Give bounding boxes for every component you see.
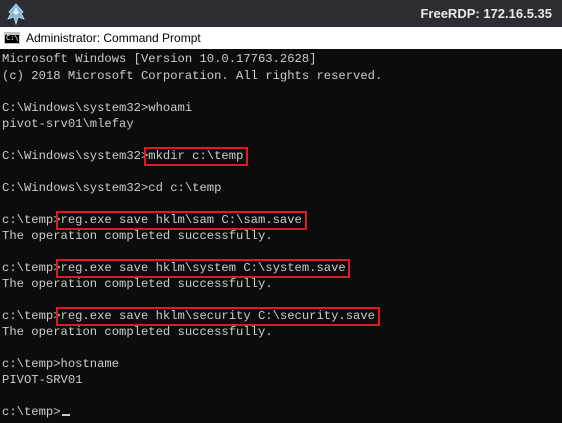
console-line: (c) 2018 Microsoft Corporation. All righ… — [2, 69, 383, 83]
console-line: c:\temp>hostname — [2, 357, 120, 371]
console-line: The operation completed successfully. — [2, 229, 273, 243]
freerdp-title: FreeRDP: 172.16.5.35 — [420, 6, 552, 21]
text-cursor — [61, 414, 70, 416]
console-line: The operation completed successfully. — [2, 277, 273, 291]
window-title: Administrator: Command Prompt — [26, 31, 201, 45]
console-line: PIVOT-SRV01 — [2, 373, 83, 387]
cmd-icon: C:\. — [4, 32, 23, 44]
console-line: c:\temp>reg.exe save hklm\sam C:\sam.sav… — [2, 213, 302, 227]
console-line: C:\Windows\system32>whoami — [2, 101, 193, 115]
prompt-line: c:\temp> — [2, 404, 70, 420]
command-prompt-titlebar[interactable]: C:\. Administrator: Command Prompt — [0, 27, 562, 49]
console-line: c:\temp>reg.exe save hklm\security C:\se… — [2, 309, 375, 323]
console-line: C:\Windows\system32>cd c:\temp — [2, 181, 222, 195]
console-line: C:\Windows\system32>mkdir c:\temp — [2, 149, 244, 163]
freerdp-titlebar: FreeRDP: 172.16.5.35 — [0, 0, 562, 27]
console-output[interactable]: Microsoft Windows [Version 10.0.17763.26… — [0, 49, 562, 423]
console-line: pivot-srv01\mlefay — [2, 117, 134, 131]
console-line: Microsoft Windows [Version 10.0.17763.26… — [2, 52, 317, 66]
freerdp-icon — [7, 2, 25, 25]
console-line: The operation completed successfully. — [2, 325, 273, 339]
console-line: c:\temp>reg.exe save hklm\system C:\syst… — [2, 261, 346, 275]
